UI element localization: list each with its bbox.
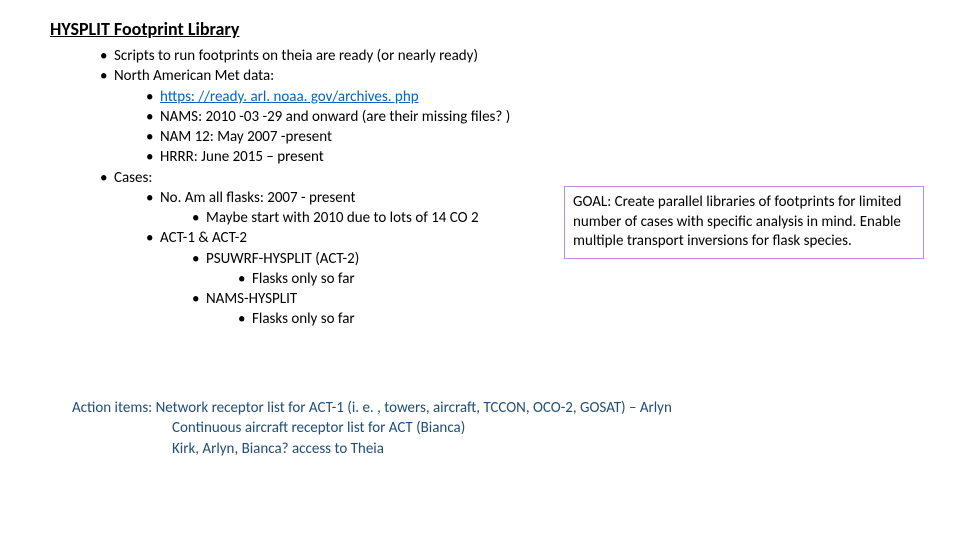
bullet-item: HRRR: June 2015 – present — [142, 147, 910, 167]
slide-title: HYSPLIT Footprint Library — [50, 18, 910, 40]
action-line: Action items: Network receptor list for … — [72, 398, 892, 418]
archive-link[interactable]: https: //ready. arl. noaa. gov/archives.… — [160, 88, 419, 106]
bullet-item: NAM 12: May 2007 -present — [142, 127, 910, 147]
action-items: Action items: Network receptor list for … — [72, 398, 892, 459]
bullet-item: https: //ready. arl. noaa. gov/archives.… — [142, 87, 910, 107]
bullet-item: NAMS: 2010 -03 -29 and onward (are their… — [142, 107, 910, 127]
bullet-item: Scripts to run footprints on theia are r… — [96, 46, 910, 66]
bullet-item: North American Met data: — [96, 66, 910, 86]
bullet-item: Cases: — [96, 168, 910, 188]
action-line: Kirk, Arlyn, Bianca? access to Theia — [72, 439, 892, 459]
action-line: Continuous aircraft receptor list for AC… — [72, 418, 892, 438]
goal-box: GOAL: Create parallel libraries of footp… — [564, 186, 924, 259]
bullet-item: Flasks only so far — [234, 269, 910, 289]
bullet-item: Flasks only so far — [234, 309, 910, 329]
slide: HYSPLIT Footprint Library Scripts to run… — [0, 0, 960, 540]
bullet-item: NAMS-HYSPLIT — [188, 289, 910, 309]
